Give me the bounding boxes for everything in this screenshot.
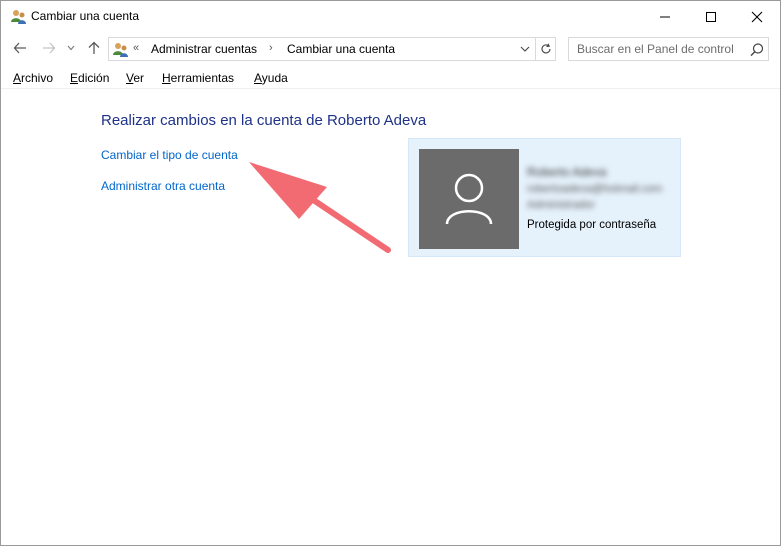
menu-ver[interactable]: Ver (126, 71, 144, 85)
change-account-type-link[interactable]: Cambiar el tipo de cuenta (101, 148, 238, 162)
menu-ayuda-accesskey: A (254, 71, 262, 85)
up-button[interactable] (84, 38, 104, 58)
minimize-button[interactable] (642, 1, 688, 32)
breadcrumb-separator[interactable]: › (269, 42, 273, 54)
close-icon (751, 11, 763, 22)
refresh-icon (541, 43, 551, 54)
maximize-button[interactable] (688, 1, 734, 32)
main-content: Realizar cambios en la cuenta de Roberto… (1, 90, 780, 545)
breadcrumb-cambiar-una-cuenta[interactable]: Cambiar una cuenta (287, 42, 395, 56)
page-title: Realizar cambios en la cuenta de Roberto… (101, 112, 427, 129)
back-button[interactable] (10, 38, 30, 58)
manage-another-account-link[interactable]: Administrar otra cuenta (101, 179, 225, 193)
navigation-bar: « Administrar cuentas › Cambiar una cuen… (1, 32, 780, 66)
close-button[interactable] (734, 1, 780, 32)
forward-button[interactable] (39, 38, 59, 58)
title-bar: Cambiar una cuenta (1, 1, 780, 32)
account-status: Protegida por contraseña (527, 219, 657, 231)
menu-edicion-accesskey: E (70, 71, 79, 85)
search-placeholder: Buscar en el Panel de control (577, 42, 734, 56)
chevron-down-icon (67, 45, 75, 51)
search-input[interactable]: Buscar en el Panel de control (568, 37, 769, 61)
control-panel-window: Cambiar una cuenta « Administrar cuentas… (0, 0, 781, 546)
breadcrumb-administrar-cuentas[interactable]: Administrar cuentas (151, 42, 257, 56)
menu-ayuda-label: yuda (261, 71, 288, 85)
account-role: Administrador (527, 199, 595, 211)
arrow-left-icon (13, 42, 26, 54)
menu-ver-label: er (133, 71, 145, 85)
arrow-right-icon (43, 42, 56, 54)
account-name: Roberto Adeva (527, 165, 607, 179)
menu-edicion[interactable]: Edición (70, 71, 109, 85)
account-email: robertoadeva@hotmail.com (527, 183, 663, 195)
arrow-up-icon (88, 41, 100, 54)
breadcrumb-overflow[interactable]: « (133, 42, 139, 54)
minimize-icon (660, 16, 670, 17)
menu-archivo[interactable]: Archivo (13, 71, 53, 85)
account-card: Roberto Adeva robertoadeva@hotmail.com A… (408, 138, 681, 257)
chevron-down-icon (520, 46, 530, 52)
user-icon (445, 173, 493, 225)
search-icon[interactable] (748, 41, 766, 59)
recent-locations-button[interactable] (65, 38, 77, 58)
address-bar[interactable]: « Administrar cuentas › Cambiar una cuen… (108, 37, 536, 61)
menu-herramientas-accesskey: H (162, 71, 171, 85)
menu-herramientas[interactable]: Herramientas (162, 71, 234, 85)
menu-edicion-label: dición (78, 71, 110, 85)
menu-bar: Archivo Edición Ver Herramientas Ayuda (1, 67, 780, 89)
menu-ayuda[interactable]: Ayuda (254, 71, 288, 85)
refresh-button[interactable] (536, 37, 556, 61)
window-title: Cambiar una cuenta (31, 9, 140, 23)
menu-herramientas-label: erramientas (170, 71, 235, 85)
users-icon (11, 10, 26, 24)
users-icon (113, 43, 128, 57)
menu-archivo-label: rchivo (21, 71, 54, 85)
menu-archivo-accesskey: A (13, 71, 22, 85)
avatar (419, 149, 519, 249)
address-history-button[interactable] (516, 39, 534, 59)
maximize-icon (706, 11, 716, 22)
